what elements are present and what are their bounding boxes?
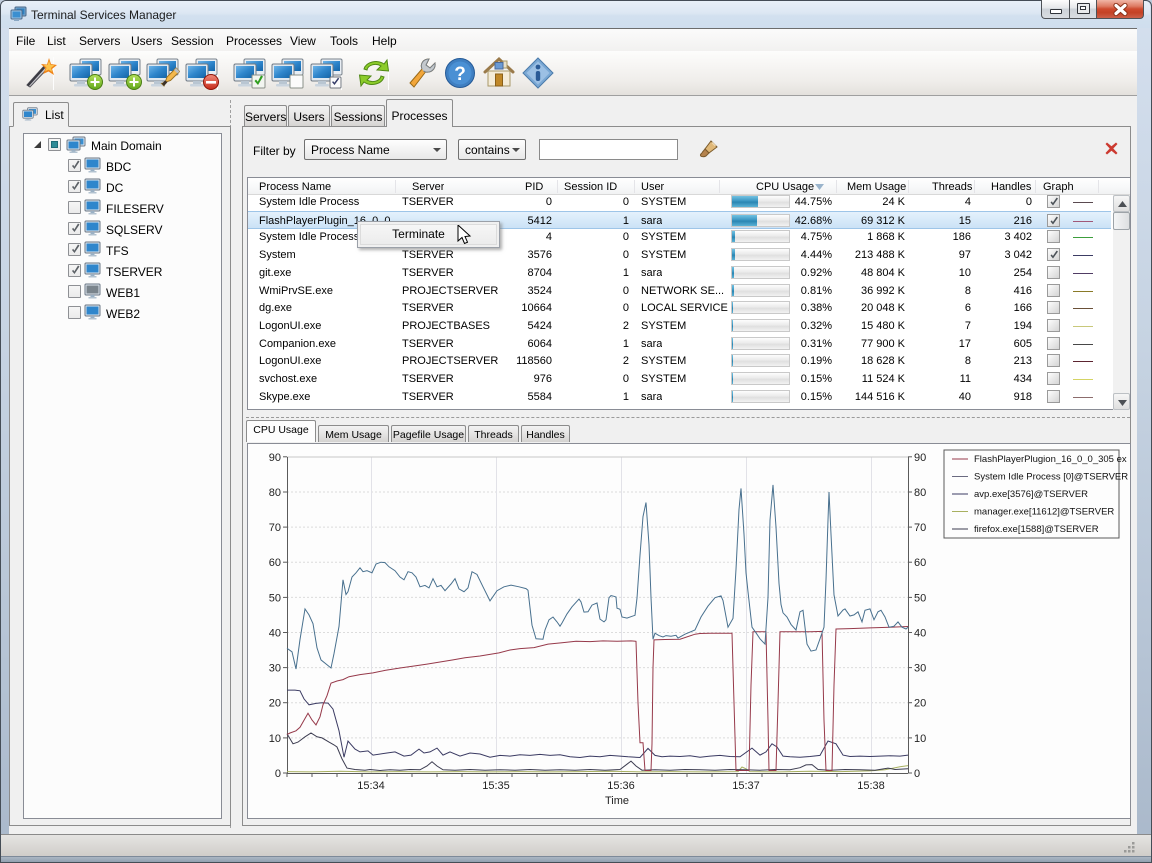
svg-text:?: ? xyxy=(454,64,466,85)
svg-text:30: 30 xyxy=(269,663,281,675)
svg-text:90: 90 xyxy=(914,452,926,464)
svg-text:System Idle Process [0]@TSERVE: System Idle Process [0]@TSERVER xyxy=(974,472,1128,483)
svg-text:40: 40 xyxy=(914,628,926,640)
svg-text:70: 70 xyxy=(269,522,281,534)
svg-text:90: 90 xyxy=(269,452,281,464)
svg-text:15:37: 15:37 xyxy=(732,780,760,792)
svg-text:70: 70 xyxy=(914,522,926,534)
svg-text:10: 10 xyxy=(914,733,926,745)
svg-text:FlashPlayerPlugion_16_0_0_305: FlashPlayerPlugion_16_0_0_305 ex xyxy=(974,454,1127,465)
svg-text:15:34: 15:34 xyxy=(357,780,385,792)
svg-text:50: 50 xyxy=(269,592,281,604)
svg-text:80: 80 xyxy=(914,487,926,499)
svg-text:15:38: 15:38 xyxy=(857,780,885,792)
svg-text:15:35: 15:35 xyxy=(482,780,510,792)
svg-text:50: 50 xyxy=(914,592,926,604)
svg-text:20: 20 xyxy=(914,698,926,710)
svg-text:firefox.exe[1588]@TSERVER: firefox.exe[1588]@TSERVER xyxy=(974,524,1099,535)
svg-text:60: 60 xyxy=(269,557,281,569)
svg-text:manager.exe[11612]@TSERVER: manager.exe[11612]@TSERVER xyxy=(974,507,1114,518)
svg-text:0: 0 xyxy=(275,768,281,780)
svg-text:60: 60 xyxy=(914,557,926,569)
svg-text:10: 10 xyxy=(269,733,281,745)
svg-text:avp.exe[3576]@TSERVER: avp.exe[3576]@TSERVER xyxy=(974,489,1088,500)
svg-text:Time: Time xyxy=(605,795,629,807)
svg-text:20: 20 xyxy=(269,698,281,710)
svg-text:30: 30 xyxy=(914,663,926,675)
svg-text:80: 80 xyxy=(269,487,281,499)
svg-text:15:36: 15:36 xyxy=(607,780,635,792)
svg-text:0: 0 xyxy=(914,768,920,780)
svg-text:40: 40 xyxy=(269,628,281,640)
